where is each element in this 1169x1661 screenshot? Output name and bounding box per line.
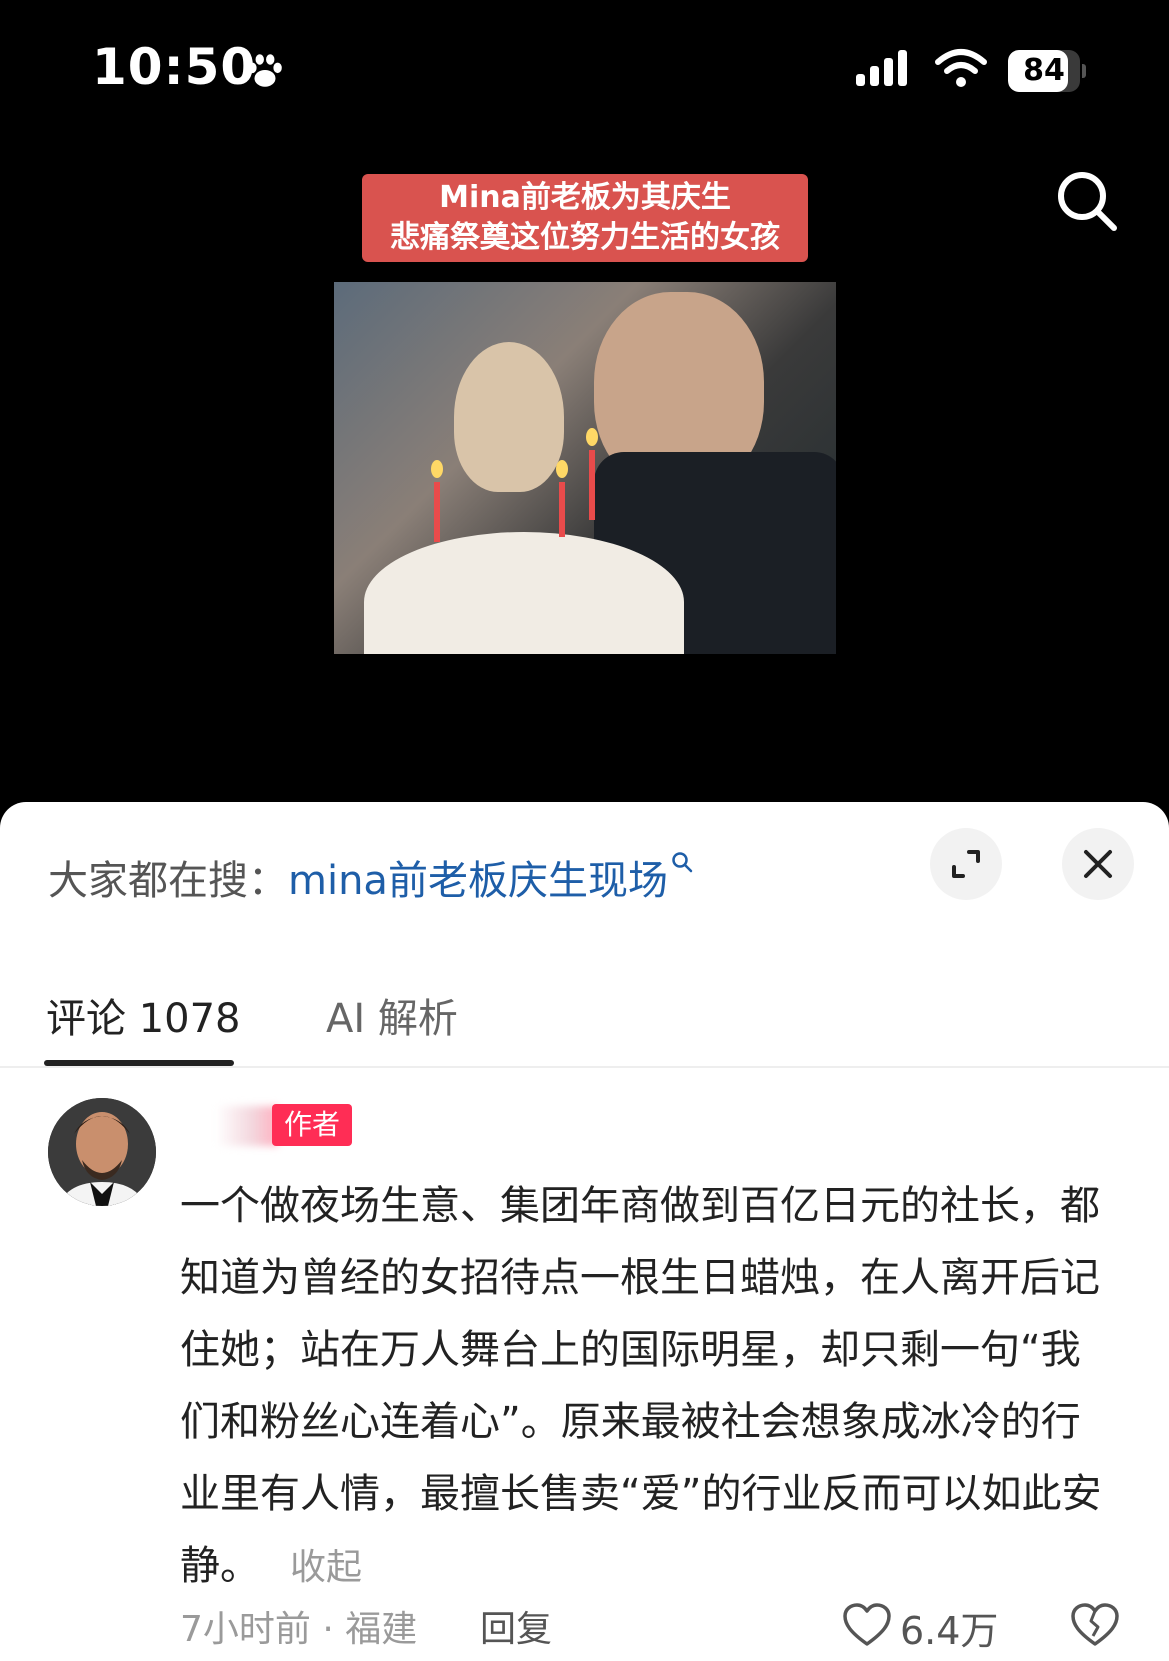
- close-icon: [1084, 850, 1112, 878]
- expand-icon: [952, 850, 980, 878]
- tab-bar: 评论 1078 AI 解析: [0, 970, 1169, 1068]
- reply-button[interactable]: 回复: [480, 1600, 552, 1652]
- search-icon[interactable]: [1052, 166, 1122, 236]
- video-caption-line1: Mina前老板为其庆生: [439, 180, 731, 215]
- video-caption: Mina前老板为其庆生 悲痛祭奠这位努力生活的女孩: [362, 174, 808, 262]
- wifi-icon: [935, 49, 987, 87]
- video-caption-line2: 悲痛祭奠这位努力生活的女孩: [390, 220, 780, 255]
- author-name-blurred: [216, 1106, 278, 1146]
- author-badge: 作者: [272, 1104, 353, 1146]
- tab-ai-analysis[interactable]: AI 解析: [326, 986, 458, 1044]
- cellular-signal-icon: [856, 50, 907, 86]
- active-tab-indicator: [44, 1060, 234, 1066]
- comment-text: 一个做夜场生意、集团年商做到百亿日元的社长，都知道为曾经的女招待点一根生日蜡烛，…: [180, 1183, 1102, 1589]
- trending-prefix: 大家都在搜：: [48, 858, 288, 904]
- status-bar: 10:50 84: [0, 0, 1169, 140]
- status-time: 10:50: [92, 38, 257, 96]
- like-count: 6.4万: [900, 1609, 999, 1653]
- comment-body: 一个做夜场生意、集团年商做到百亿日元的社长，都知道为曾经的女招待点一根生日蜡烛，…: [180, 1170, 1110, 1604]
- video-frame[interactable]: [334, 282, 836, 654]
- trending-search[interactable]: 大家都在搜：mina前老板庆生现场: [48, 848, 694, 906]
- video-player[interactable]: Mina前老板为其庆生 悲痛祭奠这位努力生活的女孩: [0, 140, 1169, 800]
- avatar[interactable]: [48, 1098, 156, 1206]
- broken-heart-icon[interactable]: [1070, 1602, 1120, 1648]
- heart-icon[interactable]: [842, 1602, 892, 1648]
- comment-item: 作者 一个做夜场生意、集团年商做到百亿日元的社长，都知道为曾经的女招待点一根生日…: [0, 1092, 1169, 1661]
- battery-indicator: 84: [1008, 50, 1086, 92]
- collapse-link[interactable]: 收起: [290, 1547, 362, 1588]
- search-icon: [672, 852, 693, 873]
- paw-icon: [248, 54, 282, 87]
- battery-percentage: 84: [1023, 53, 1065, 88]
- tab-comments[interactable]: 评论 1078: [46, 986, 241, 1044]
- close-button[interactable]: [1062, 828, 1134, 900]
- comment-meta: 7小时前 · 福建: [180, 1609, 418, 1650]
- expand-button[interactable]: [930, 828, 1002, 900]
- trending-query-link[interactable]: mina前老板庆生现场: [288, 858, 668, 904]
- comment-sheet: 大家都在搜：mina前老板庆生现场 评论 1078 AI 解析 作者 一个做夜场…: [0, 802, 1169, 1661]
